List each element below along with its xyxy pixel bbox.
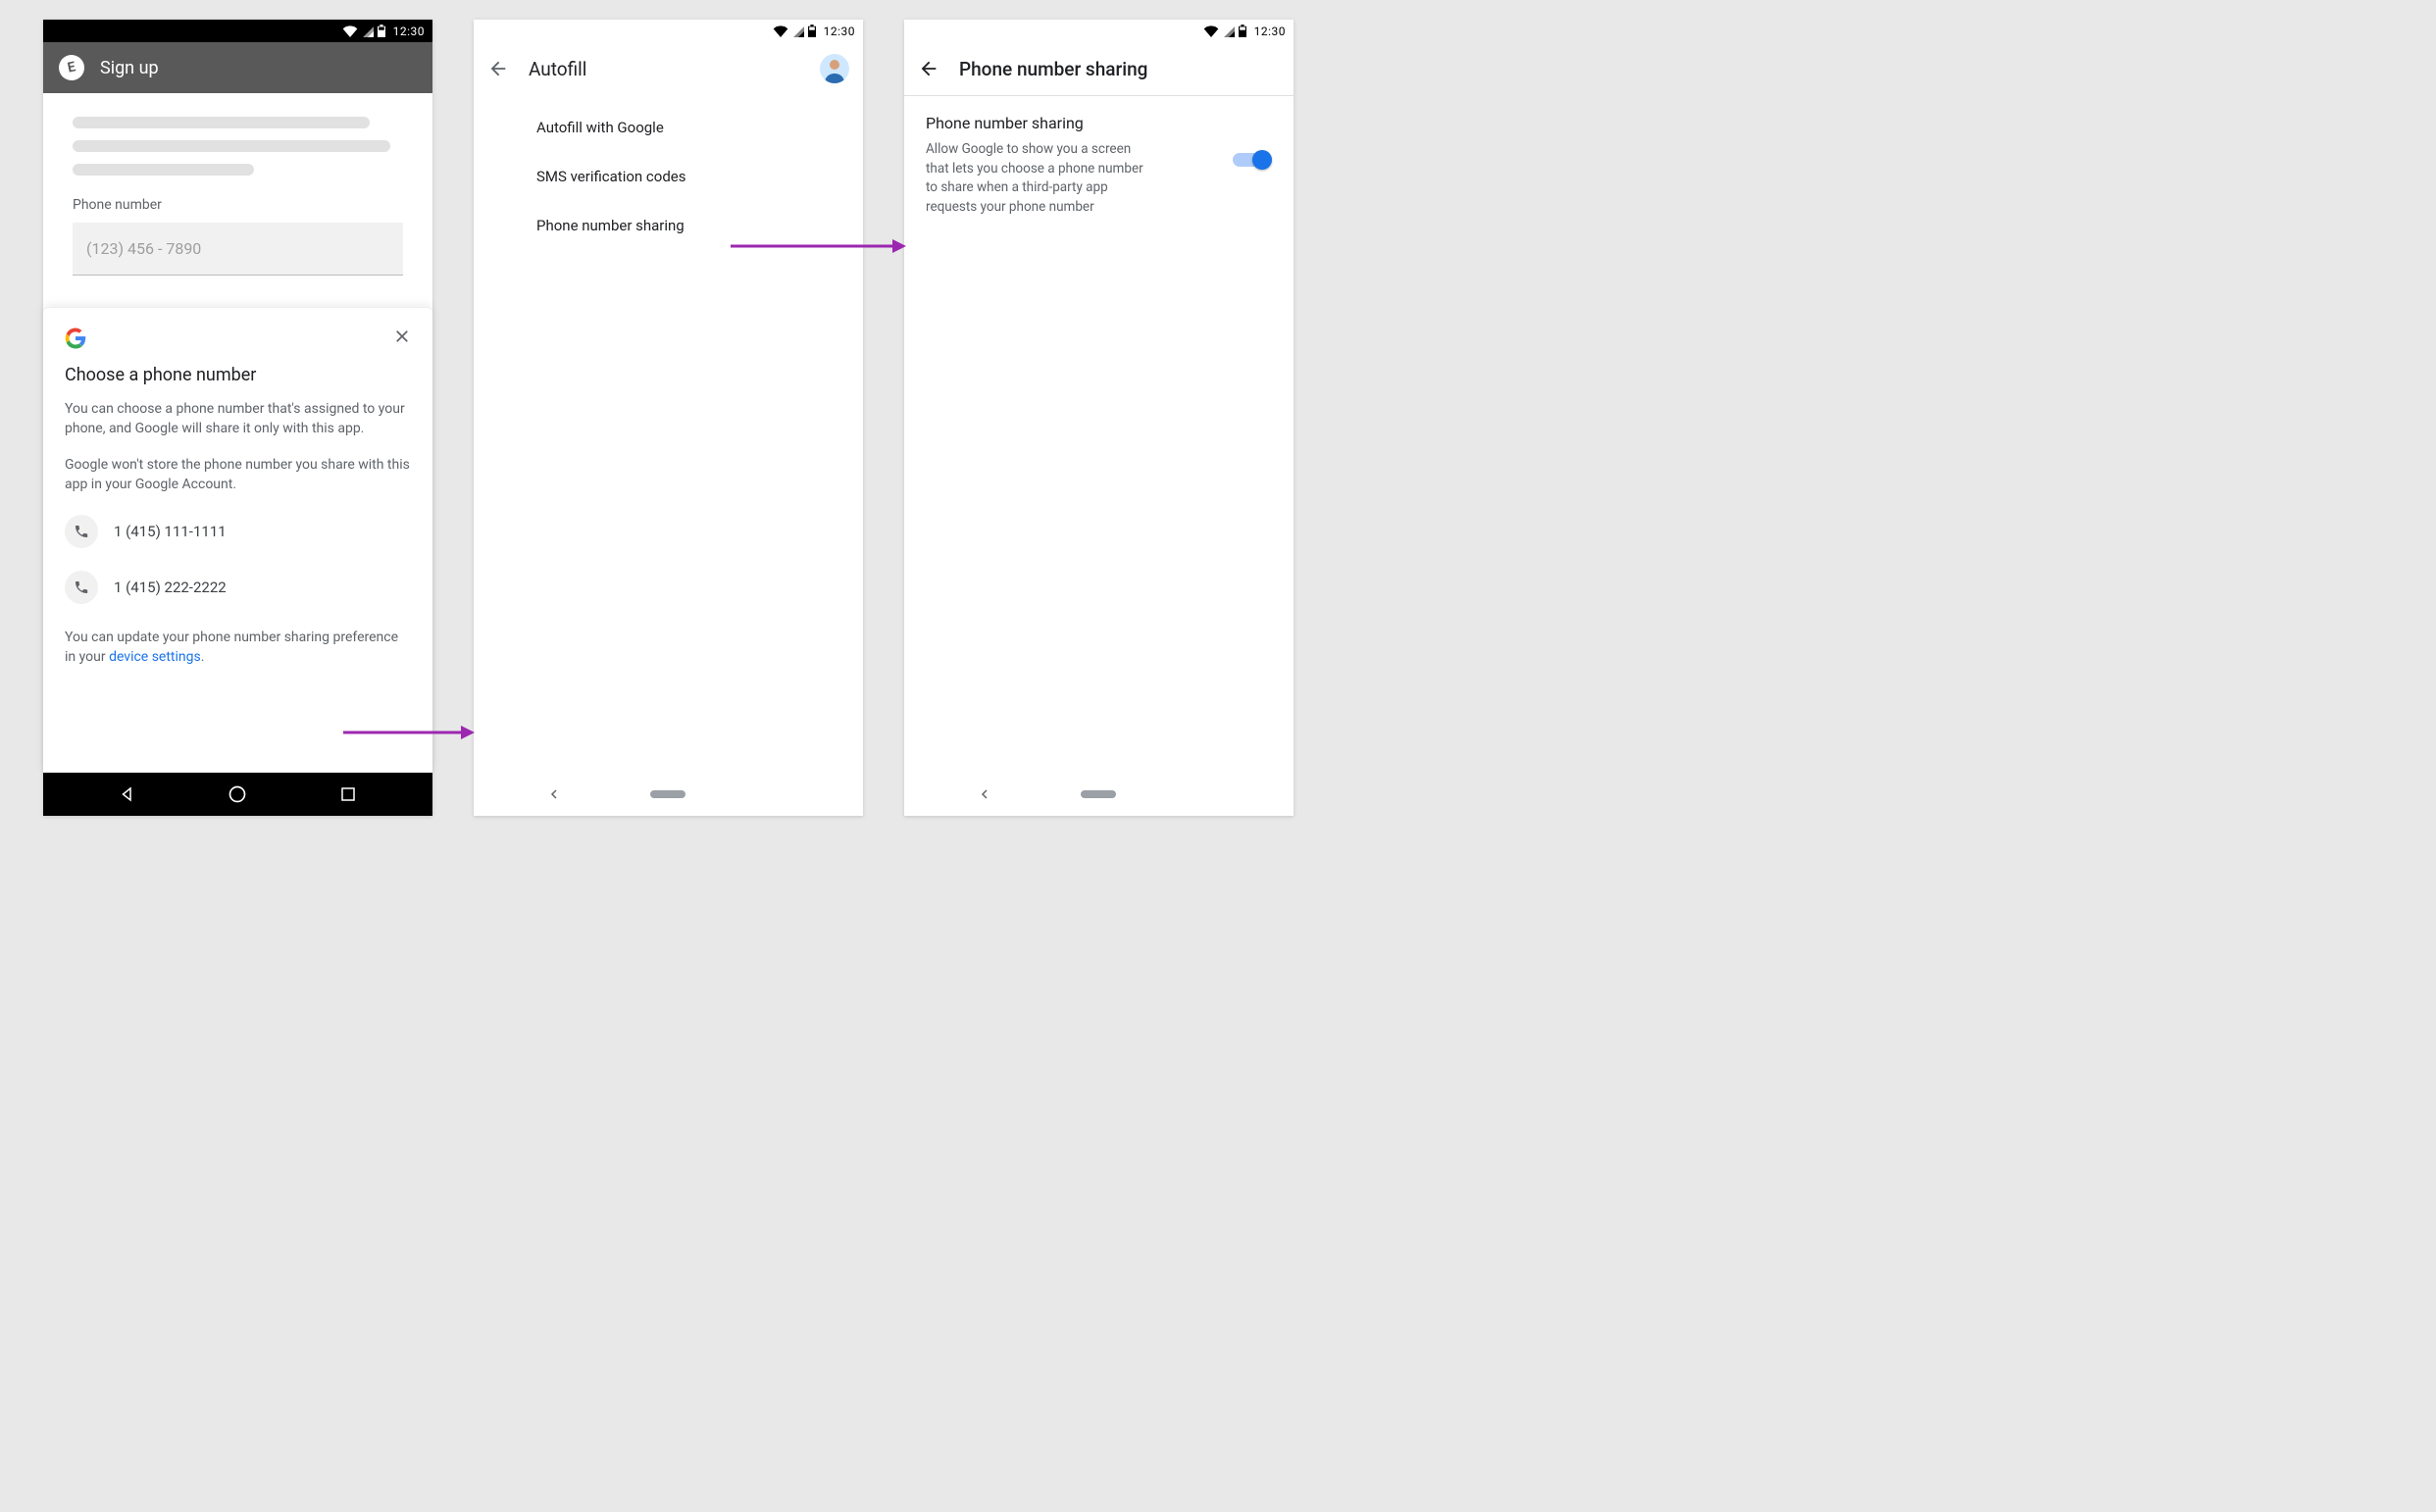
nav-back-icon[interactable] <box>979 788 990 800</box>
battery-icon <box>1239 25 1246 37</box>
wifi-icon <box>773 25 788 37</box>
battery-icon <box>808 25 816 37</box>
phone-icon <box>65 571 98 604</box>
skeleton-line <box>73 140 390 152</box>
phone-field-label: Phone number <box>73 197 403 213</box>
nav-recent-icon[interactable] <box>339 785 357 803</box>
status-time: 12:30 <box>393 25 425 38</box>
screen-signup: 12:30 E Sign up Phone number (123) 456 -… <box>43 20 432 816</box>
app-bar: Autofill <box>474 42 863 95</box>
close-icon[interactable] <box>393 328 411 345</box>
nav-home-pill[interactable] <box>1081 790 1116 798</box>
phone-option-number: 1 (415) 111-1111 <box>114 523 227 540</box>
status-bar: 12:30 <box>474 20 863 42</box>
nav-back-icon[interactable] <box>548 788 560 800</box>
screen-autofill: 12:30 Autofill Autofill with Google SMS … <box>474 20 863 816</box>
sheet-paragraph: You can choose a phone number that's ass… <box>65 399 411 439</box>
cellular-icon <box>1223 25 1235 37</box>
page-title: Autofill <box>529 58 586 80</box>
setting-description: Allow Google to show you a screen that l… <box>926 140 1151 217</box>
phone-input-placeholder: (123) 456 - 7890 <box>86 239 201 258</box>
android-nav-bar <box>904 773 1294 816</box>
device-settings-link[interactable]: device settings <box>109 649 201 665</box>
toggle-switch[interactable] <box>1233 149 1272 171</box>
setting-title: Phone number sharing <box>926 114 1217 132</box>
wifi-icon <box>1203 25 1219 37</box>
phone-option[interactable]: 1 (415) 111-1111 <box>65 510 411 566</box>
app-logo-icon: E <box>57 53 87 83</box>
back-arrow-icon[interactable] <box>918 58 939 79</box>
app-bar: E Sign up <box>43 42 432 93</box>
screen-phone-sharing: 12:30 Phone number sharing Phone number … <box>904 20 1294 816</box>
wifi-icon <box>342 25 358 37</box>
skeleton-line <box>73 117 370 128</box>
battery-icon <box>378 25 385 37</box>
phone-option-number: 1 (415) 222-2222 <box>114 579 227 596</box>
phone-hint-sheet: Choose a phone number You can choose a p… <box>43 307 432 773</box>
status-time: 12:30 <box>824 25 855 38</box>
android-nav-bar <box>43 773 432 816</box>
app-bar: Phone number sharing <box>904 42 1294 95</box>
page-title: Phone number sharing <box>959 58 1147 80</box>
flow-arrow-icon <box>343 725 476 740</box>
nav-home-pill[interactable] <box>650 790 685 798</box>
account-avatar[interactable] <box>820 54 849 83</box>
phone-icon <box>65 515 98 548</box>
sheet-footnote: You can update your phone number sharing… <box>65 628 411 668</box>
cellular-icon <box>362 25 374 37</box>
status-bar: 12:30 <box>43 20 432 42</box>
status-time: 12:30 <box>1254 25 1286 38</box>
sheet-title: Choose a phone number <box>65 365 411 385</box>
back-arrow-icon[interactable] <box>487 58 509 79</box>
nav-home-icon[interactable] <box>228 784 247 804</box>
nav-back-icon[interactable] <box>119 785 136 803</box>
cellular-icon <box>792 25 804 37</box>
flow-arrow-icon <box>731 238 907 254</box>
sheet-paragraph: Google won't store the phone number you … <box>65 455 411 495</box>
list-item-autofill-google[interactable]: Autofill with Google <box>474 103 863 152</box>
app-title: Sign up <box>100 58 159 78</box>
phone-option[interactable]: 1 (415) 222-2222 <box>65 566 411 622</box>
status-bar: 12:30 <box>904 20 1294 42</box>
form-area: Phone number (123) 456 - 7890 <box>43 93 432 285</box>
skeleton-line <box>73 164 254 176</box>
google-logo-icon <box>65 328 86 349</box>
phone-input[interactable]: (123) 456 - 7890 <box>73 223 403 276</box>
setting-row: Phone number sharing Allow Google to sho… <box>904 96 1294 234</box>
list-item-sms-codes[interactable]: SMS verification codes <box>474 152 863 201</box>
settings-list: Autofill with Google SMS verification co… <box>474 95 863 773</box>
android-nav-bar <box>474 773 863 816</box>
